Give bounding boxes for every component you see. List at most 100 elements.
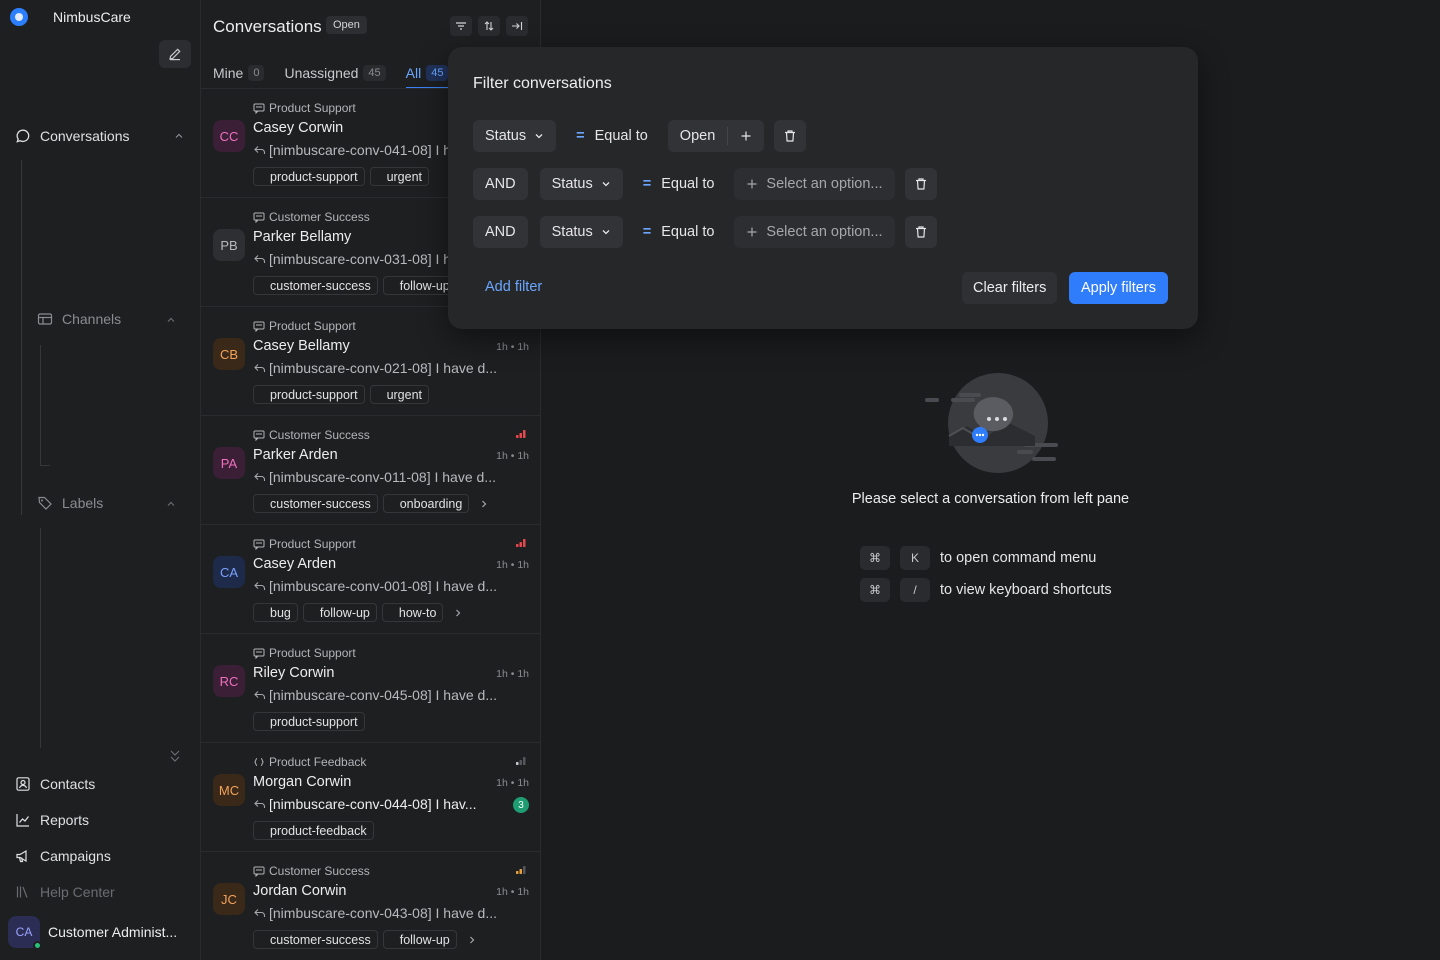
equals-icon: = xyxy=(642,224,652,240)
tab-label: Mine xyxy=(213,65,244,81)
inbox-label: Customer Success xyxy=(269,864,370,878)
filter-operator-select[interactable]: = Equal to xyxy=(635,216,723,248)
chevron-up-icon[interactable] xyxy=(166,316,176,324)
label-tag[interactable]: customer-success xyxy=(253,494,378,513)
label-tag[interactable]: product-support xyxy=(253,712,365,731)
conversation-item[interactable]: Customer Success PA Parker Arden 1h • 1h [ni… xyxy=(201,416,540,525)
sort-button[interactable] xyxy=(478,16,500,36)
chevron-right-icon[interactable] xyxy=(454,608,462,618)
timestamp: 1h • 1h xyxy=(496,777,529,789)
sidebar-item-channels[interactable]: Channels xyxy=(36,310,121,328)
label-tag[interactable]: product-support xyxy=(253,167,365,186)
filter-field-select[interactable]: Status xyxy=(539,168,623,200)
trash-icon xyxy=(785,130,796,142)
filter-field-select[interactable]: Status xyxy=(473,120,557,152)
add-value-button[interactable] xyxy=(728,120,764,152)
empty-state-text: Please select a conversation from left p… xyxy=(851,491,1130,507)
message-preview: [nimbuscare-conv-021-08] I have d... xyxy=(253,360,497,376)
avatar: PA xyxy=(213,447,245,479)
sidebar-item-help-center[interactable]: Help Center xyxy=(14,883,115,901)
conversation-item[interactable]: Customer Success JC Jordan Corwin 1h • 1h [n… xyxy=(201,852,540,960)
label-list: customer-success follow-up xyxy=(253,930,476,949)
filter-conjunction-select[interactable]: AND xyxy=(473,216,528,248)
sidebar-item-labels[interactable]: Labels xyxy=(36,494,103,512)
label-tag[interactable]: urgent xyxy=(369,385,430,404)
contacts-icon xyxy=(14,775,32,793)
inbox-name: Product Support xyxy=(253,101,356,115)
collapse-button[interactable] xyxy=(506,16,528,36)
conversation-item[interactable]: Product Feedback MC Morgan Corwin 1h • 1h [n… xyxy=(201,743,540,852)
reply-icon xyxy=(254,909,266,917)
shortcut-key: K xyxy=(900,546,930,570)
sidebar-item-conversations[interactable]: Conversations xyxy=(14,127,130,145)
campaigns-icon xyxy=(14,847,32,865)
apply-filters-button[interactable]: Apply filters xyxy=(1069,272,1168,304)
reply-icon xyxy=(254,691,266,699)
delete-filter-button[interactable] xyxy=(774,120,807,152)
inbox-name: Customer Success xyxy=(253,210,370,224)
chevron-right-icon[interactable] xyxy=(480,499,488,509)
label-tag[interactable]: customer-success xyxy=(253,930,378,949)
label-tag[interactable]: urgent xyxy=(369,167,430,186)
label-tag[interactable]: product-support xyxy=(253,385,365,404)
chevron-up-icon[interactable] xyxy=(174,132,184,140)
shortcut-command-menu: ⌘ K to open command menu xyxy=(860,546,1096,570)
filter-value-select[interactable]: Select an option... xyxy=(734,216,895,248)
chat-icon xyxy=(253,212,265,223)
chevrons-down-icon[interactable] xyxy=(168,748,182,764)
conversation-item[interactable]: Product Support CA Casey Arden 1h • 1h [nimb… xyxy=(201,525,540,634)
filter-field-label: Status xyxy=(551,176,593,192)
add-filter-button[interactable]: Add filter xyxy=(485,279,542,295)
tree-line xyxy=(21,160,22,515)
help-center-icon xyxy=(14,883,32,901)
delete-filter-button[interactable] xyxy=(904,216,937,248)
conversation-item[interactable]: Product Support RC Riley Corwin 1h • 1h [nim… xyxy=(201,634,540,743)
user-profile[interactable]: CA Customer Administ... xyxy=(8,916,177,950)
filter-row: Status = Equal to Open xyxy=(473,120,807,152)
tab-unassigned[interactable]: Unassigned 45 xyxy=(284,58,386,88)
equals-icon: = xyxy=(576,128,585,144)
sidebar-item-contacts[interactable]: Contacts xyxy=(14,775,95,793)
chevron-up-icon[interactable] xyxy=(166,500,176,508)
sidebar-item-campaigns[interactable]: Campaigns xyxy=(14,847,111,865)
contact-name: Casey Bellamy xyxy=(253,338,350,354)
tab-mine[interactable]: Mine 0 xyxy=(213,58,265,88)
label-tag[interactable]: follow-up xyxy=(382,276,457,295)
filter-operator-select[interactable]: = Equal to xyxy=(635,168,723,200)
equals-icon: = xyxy=(642,176,652,192)
brand[interactable]: NimbusCare xyxy=(10,8,131,26)
tab-label: All xyxy=(405,65,422,81)
chevron-right-icon[interactable] xyxy=(468,935,476,945)
filter-conjunction-label: AND xyxy=(485,224,516,240)
page-title: Conversations xyxy=(213,17,322,36)
priority-high-icon xyxy=(516,430,526,438)
label-tag[interactable]: follow-up xyxy=(382,930,457,949)
filter-operator-select[interactable]: = Equal to xyxy=(568,120,656,152)
sidebar-item-reports[interactable]: Reports xyxy=(14,811,89,829)
filter-value-chip[interactable]: Open xyxy=(667,120,765,152)
label-tag[interactable]: follow-up xyxy=(302,603,377,622)
filter-icon xyxy=(456,22,466,30)
shortcut-label: to open command menu xyxy=(940,550,1097,566)
label-tag[interactable]: product-feedback xyxy=(253,821,374,840)
filter-row: AND Status = Equal to Select an option..… xyxy=(473,216,937,248)
status-badge[interactable]: Open xyxy=(326,16,367,34)
clear-filters-button[interactable]: Clear filters xyxy=(962,272,1058,304)
tab-all[interactable]: All 45 xyxy=(405,58,451,89)
filter-field-select[interactable]: Status xyxy=(539,216,623,248)
label-tag[interactable]: bug xyxy=(253,603,298,622)
message-text: [nimbuscare-conv-021-08] I have d... xyxy=(269,360,498,376)
label-list: customer-success onboarding xyxy=(253,494,488,513)
filter-value-select[interactable]: Select an option... xyxy=(734,168,895,200)
label-tag[interactable]: onboarding xyxy=(382,494,470,513)
label-tag[interactable]: customer-success xyxy=(253,276,378,295)
filter-conjunction-select[interactable]: AND xyxy=(473,168,528,200)
filter-title: Filter conversations xyxy=(473,75,612,92)
filter-button[interactable] xyxy=(450,16,472,36)
command-key: ⌘ xyxy=(860,578,890,602)
avatar: MC xyxy=(213,774,245,806)
delete-filter-button[interactable] xyxy=(904,168,937,200)
label-tag[interactable]: how-to xyxy=(381,603,444,622)
compose-button[interactable] xyxy=(159,40,191,68)
plus-icon xyxy=(747,227,757,237)
